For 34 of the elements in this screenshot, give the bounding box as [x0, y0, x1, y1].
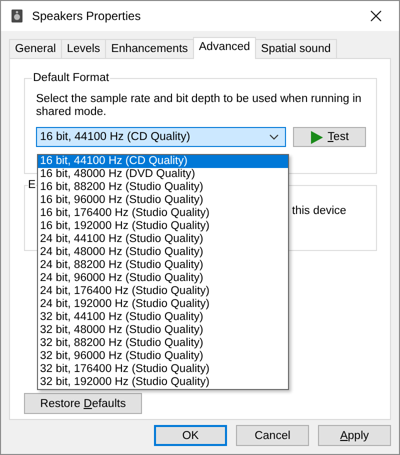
dropdown-option[interactable]: 32 bit, 192000 Hz (Studio Quality)	[38, 376, 288, 389]
dropdown-option[interactable]: 24 bit, 88200 Hz (Studio Quality)	[38, 259, 288, 272]
dropdown-option[interactable]: 32 bit, 44100 Hz (Studio Quality)	[38, 311, 288, 324]
tab[interactable]: Spatial sound	[255, 39, 337, 58]
dropdown-option[interactable]: 24 bit, 96000 Hz (Studio Quality)	[38, 272, 288, 285]
dropdown-option[interactable]: 32 bit, 48000 Hz (Studio Quality)	[38, 324, 288, 337]
dialog-button[interactable]: OK	[154, 425, 227, 446]
dialog-button[interactable]: Apply	[318, 425, 391, 446]
dropdown-option[interactable]: 32 bit, 88200 Hz (Studio Quality)	[38, 337, 288, 350]
dialog-button[interactable]: Cancel	[236, 425, 309, 446]
caret-icon	[269, 134, 280, 140]
close-icon	[370, 10, 382, 22]
dropdown-option[interactable]: 32 bit, 176400 Hz (Studio Quality)	[38, 363, 288, 376]
dropdown-option[interactable]: 24 bit, 192000 Hz (Studio Quality)	[38, 298, 288, 311]
dropdown-option[interactable]: 16 bit, 88200 Hz (Studio Quality)	[38, 181, 288, 194]
dropdown-option[interactable]: 24 bit, 48000 Hz (Studio Quality)	[38, 246, 288, 259]
window-title: Speakers Properties	[32, 9, 141, 23]
dropdown-option[interactable]: 32 bit, 96000 Hz (Studio Quality)	[38, 350, 288, 363]
dropdown-option[interactable]: 16 bit, 192000 Hz (Studio Quality)	[38, 220, 288, 233]
dropdown-option[interactable]: 24 bit, 44100 Hz (Studio Quality)	[38, 233, 288, 246]
format-dropdown[interactable]: 16 bit, 44100 Hz (CD Quality)	[36, 127, 286, 147]
dropdown-option[interactable]: 16 bit, 176400 Hz (Studio Quality)	[38, 207, 288, 220]
dropdown-option[interactable]: 24 bit, 176400 Hz (Studio Quality)	[38, 285, 288, 298]
dropdown-option[interactable]: 16 bit, 96000 Hz (Studio Quality)	[38, 194, 288, 207]
description-text: Select the sample rate and bit depth to be used when running in shared mode.	[36, 93, 362, 119]
test-button[interactable]: Test	[293, 127, 366, 147]
restore-defaults-button[interactable]: Restore Defaults	[24, 393, 142, 414]
dropdown-option[interactable]: 16 bit, 44100 Hz (CD Quality)	[38, 155, 288, 168]
tab[interactable]: Advanced	[192, 37, 256, 59]
speaker-icon	[11, 9, 23, 23]
play-icon	[310, 130, 323, 144]
option-text: this device	[292, 205, 346, 217]
dropdown-option[interactable]: 16 bit, 48000 Hz (DVD Quality)	[38, 168, 288, 181]
tab[interactable]: General	[9, 39, 62, 58]
